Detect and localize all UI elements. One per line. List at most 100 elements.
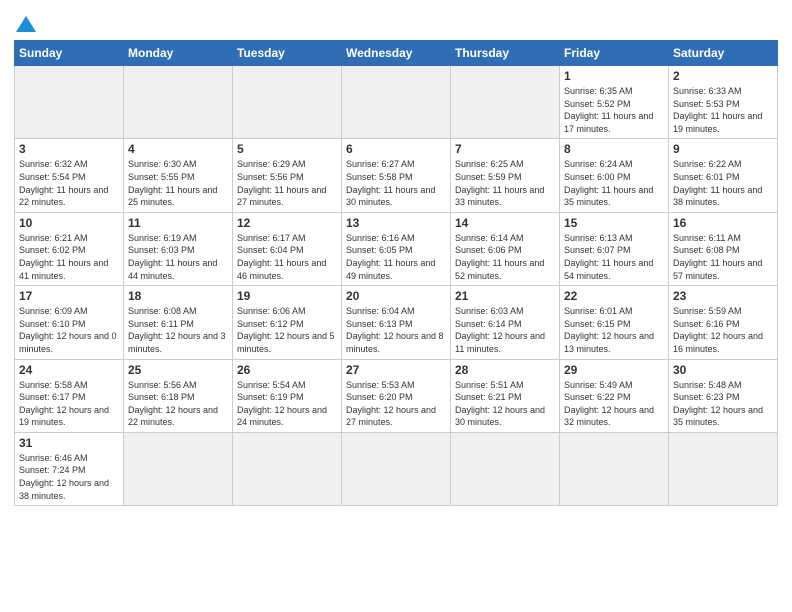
- day-info: Sunrise: 6:08 AM Sunset: 6:11 PM Dayligh…: [128, 305, 228, 355]
- day-info: Sunrise: 5:59 AM Sunset: 6:16 PM Dayligh…: [673, 305, 773, 355]
- day-info: Sunrise: 6:35 AM Sunset: 5:52 PM Dayligh…: [564, 85, 664, 135]
- calendar-cell: 13 Sunrise: 6:16 AM Sunset: 6:05 PM Dayli…: [342, 212, 451, 285]
- day-info: Sunrise: 6:04 AM Sunset: 6:13 PM Dayligh…: [346, 305, 446, 355]
- day-info: Sunrise: 5:51 AM Sunset: 6:21 PM Dayligh…: [455, 379, 555, 429]
- day-number: 2: [673, 69, 773, 83]
- calendar-cell: 31Sunrise: 6:46 AM Sunset: 7:24 PM Dayli…: [15, 432, 124, 505]
- day-number: 14: [455, 216, 555, 230]
- day-info: Sunrise: 5:58 AM Sunset: 6:17 PM Dayligh…: [19, 379, 119, 429]
- col-header-tuesday: Tuesday: [233, 41, 342, 66]
- day-number: 22: [564, 289, 664, 303]
- day-number: 27: [346, 363, 446, 377]
- logo-icon: [14, 14, 38, 34]
- day-number: 1: [564, 69, 664, 83]
- day-info: Sunrise: 6:22 AM Sunset: 6:01 PM Dayligh…: [673, 158, 773, 208]
- day-number: 8: [564, 142, 664, 156]
- calendar-cell: 20 Sunrise: 6:04 AM Sunset: 6:13 PM Dayli…: [342, 286, 451, 359]
- day-number: 15: [564, 216, 664, 230]
- calendar-cell: 23 Sunrise: 5:59 AM Sunset: 6:16 PM Dayli…: [669, 286, 778, 359]
- calendar-cell: [451, 432, 560, 505]
- day-number: 10: [19, 216, 119, 230]
- calendar-cell: [124, 66, 233, 139]
- calendar-cell: 22 Sunrise: 6:01 AM Sunset: 6:15 PM Dayli…: [560, 286, 669, 359]
- day-info: Sunrise: 5:56 AM Sunset: 6:18 PM Dayligh…: [128, 379, 228, 429]
- day-number: 30: [673, 363, 773, 377]
- day-info: Sunrise: 6:06 AM Sunset: 6:12 PM Dayligh…: [237, 305, 337, 355]
- day-number: 29: [564, 363, 664, 377]
- day-info: Sunrise: 6:19 AM Sunset: 6:03 PM Dayligh…: [128, 232, 228, 282]
- logo: [14, 10, 42, 34]
- day-info: Sunrise: 6:11 AM Sunset: 6:08 PM Dayligh…: [673, 232, 773, 282]
- calendar-cell: [233, 432, 342, 505]
- calendar-cell: 15 Sunrise: 6:13 AM Sunset: 6:07 PM Dayli…: [560, 212, 669, 285]
- calendar-cell: 29Sunrise: 5:49 AM Sunset: 6:22 PM Dayli…: [560, 359, 669, 432]
- day-number: 13: [346, 216, 446, 230]
- day-info: Sunrise: 6:03 AM Sunset: 6:14 PM Dayligh…: [455, 305, 555, 355]
- calendar-cell: 2 Sunrise: 6:33 AM Sunset: 5:53 PM Daylig…: [669, 66, 778, 139]
- calendar-header-row: SundayMondayTuesdayWednesdayThursdayFrid…: [15, 41, 778, 66]
- calendar-week-row: 10 Sunrise: 6:21 AM Sunset: 6:02 PM Dayli…: [15, 212, 778, 285]
- calendar-cell: 14 Sunrise: 6:14 AM Sunset: 6:06 PM Dayli…: [451, 212, 560, 285]
- day-info: Sunrise: 6:16 AM Sunset: 6:05 PM Dayligh…: [346, 232, 446, 282]
- calendar-cell: [342, 66, 451, 139]
- calendar-week-row: 17 Sunrise: 6:09 AM Sunset: 6:10 PM Dayli…: [15, 286, 778, 359]
- calendar-cell: 8 Sunrise: 6:24 AM Sunset: 6:00 PM Daylig…: [560, 139, 669, 212]
- day-number: 23: [673, 289, 773, 303]
- day-number: 5: [237, 142, 337, 156]
- day-number: 7: [455, 142, 555, 156]
- day-info: Sunrise: 6:30 AM Sunset: 5:55 PM Dayligh…: [128, 158, 228, 208]
- day-info: Sunrise: 6:09 AM Sunset: 6:10 PM Dayligh…: [19, 305, 119, 355]
- day-info: Sunrise: 6:13 AM Sunset: 6:07 PM Dayligh…: [564, 232, 664, 282]
- calendar-cell: 18 Sunrise: 6:08 AM Sunset: 6:11 PM Dayli…: [124, 286, 233, 359]
- calendar-cell: 6Sunrise: 6:27 AM Sunset: 5:58 PM Daylig…: [342, 139, 451, 212]
- calendar-cell: 24Sunrise: 5:58 AM Sunset: 6:17 PM Dayli…: [15, 359, 124, 432]
- calendar-cell: 4Sunrise: 6:30 AM Sunset: 5:55 PM Daylig…: [124, 139, 233, 212]
- day-number: 16: [673, 216, 773, 230]
- day-number: 28: [455, 363, 555, 377]
- calendar-cell: 17 Sunrise: 6:09 AM Sunset: 6:10 PM Dayli…: [15, 286, 124, 359]
- calendar-cell: 28 Sunrise: 5:51 AM Sunset: 6:21 PM Dayli…: [451, 359, 560, 432]
- calendar-table: SundayMondayTuesdayWednesdayThursdayFrid…: [14, 40, 778, 506]
- calendar-cell: [669, 432, 778, 505]
- day-info: Sunrise: 6:24 AM Sunset: 6:00 PM Dayligh…: [564, 158, 664, 208]
- day-number: 17: [19, 289, 119, 303]
- calendar-cell: 26 Sunrise: 5:54 AM Sunset: 6:19 PM Dayli…: [233, 359, 342, 432]
- calendar-cell: 12 Sunrise: 6:17 AM Sunset: 6:04 PM Dayli…: [233, 212, 342, 285]
- calendar-cell: 11 Sunrise: 6:19 AM Sunset: 6:03 PM Dayli…: [124, 212, 233, 285]
- day-info: Sunrise: 5:53 AM Sunset: 6:20 PM Dayligh…: [346, 379, 446, 429]
- calendar-cell: 10 Sunrise: 6:21 AM Sunset: 6:02 PM Dayli…: [15, 212, 124, 285]
- day-info: Sunrise: 6:29 AM Sunset: 5:56 PM Dayligh…: [237, 158, 337, 208]
- calendar-cell: 9 Sunrise: 6:22 AM Sunset: 6:01 PM Daylig…: [669, 139, 778, 212]
- calendar-week-row: 31Sunrise: 6:46 AM Sunset: 7:24 PM Dayli…: [15, 432, 778, 505]
- day-info: Sunrise: 6:32 AM Sunset: 5:54 PM Dayligh…: [19, 158, 119, 208]
- calendar-cell: [124, 432, 233, 505]
- calendar-cell: 27 Sunrise: 5:53 AM Sunset: 6:20 PM Dayli…: [342, 359, 451, 432]
- day-info: Sunrise: 5:48 AM Sunset: 6:23 PM Dayligh…: [673, 379, 773, 429]
- day-info: Sunrise: 6:01 AM Sunset: 6:15 PM Dayligh…: [564, 305, 664, 355]
- calendar-week-row: 24Sunrise: 5:58 AM Sunset: 6:17 PM Dayli…: [15, 359, 778, 432]
- col-header-friday: Friday: [560, 41, 669, 66]
- calendar-cell: [560, 432, 669, 505]
- day-number: 18: [128, 289, 228, 303]
- calendar-cell: 5 Sunrise: 6:29 AM Sunset: 5:56 PM Daylig…: [233, 139, 342, 212]
- calendar-cell: 7 Sunrise: 6:25 AM Sunset: 5:59 PM Daylig…: [451, 139, 560, 212]
- day-number: 9: [673, 142, 773, 156]
- calendar-cell: [233, 66, 342, 139]
- calendar-week-row: 1 Sunrise: 6:35 AM Sunset: 5:52 PM Daylig…: [15, 66, 778, 139]
- day-number: 20: [346, 289, 446, 303]
- calendar-cell: 1 Sunrise: 6:35 AM Sunset: 5:52 PM Daylig…: [560, 66, 669, 139]
- header-area: [14, 10, 778, 34]
- day-number: 26: [237, 363, 337, 377]
- col-header-sunday: Sunday: [15, 41, 124, 66]
- day-info: Sunrise: 6:14 AM Sunset: 6:06 PM Dayligh…: [455, 232, 555, 282]
- day-info: Sunrise: 6:17 AM Sunset: 6:04 PM Dayligh…: [237, 232, 337, 282]
- day-number: 12: [237, 216, 337, 230]
- day-info: Sunrise: 6:33 AM Sunset: 5:53 PM Dayligh…: [673, 85, 773, 135]
- col-header-thursday: Thursday: [451, 41, 560, 66]
- day-number: 11: [128, 216, 228, 230]
- day-number: 6: [346, 142, 446, 156]
- day-info: Sunrise: 5:54 AM Sunset: 6:19 PM Dayligh…: [237, 379, 337, 429]
- day-info: Sunrise: 6:25 AM Sunset: 5:59 PM Dayligh…: [455, 158, 555, 208]
- col-header-saturday: Saturday: [669, 41, 778, 66]
- day-info: Sunrise: 6:21 AM Sunset: 6:02 PM Dayligh…: [19, 232, 119, 282]
